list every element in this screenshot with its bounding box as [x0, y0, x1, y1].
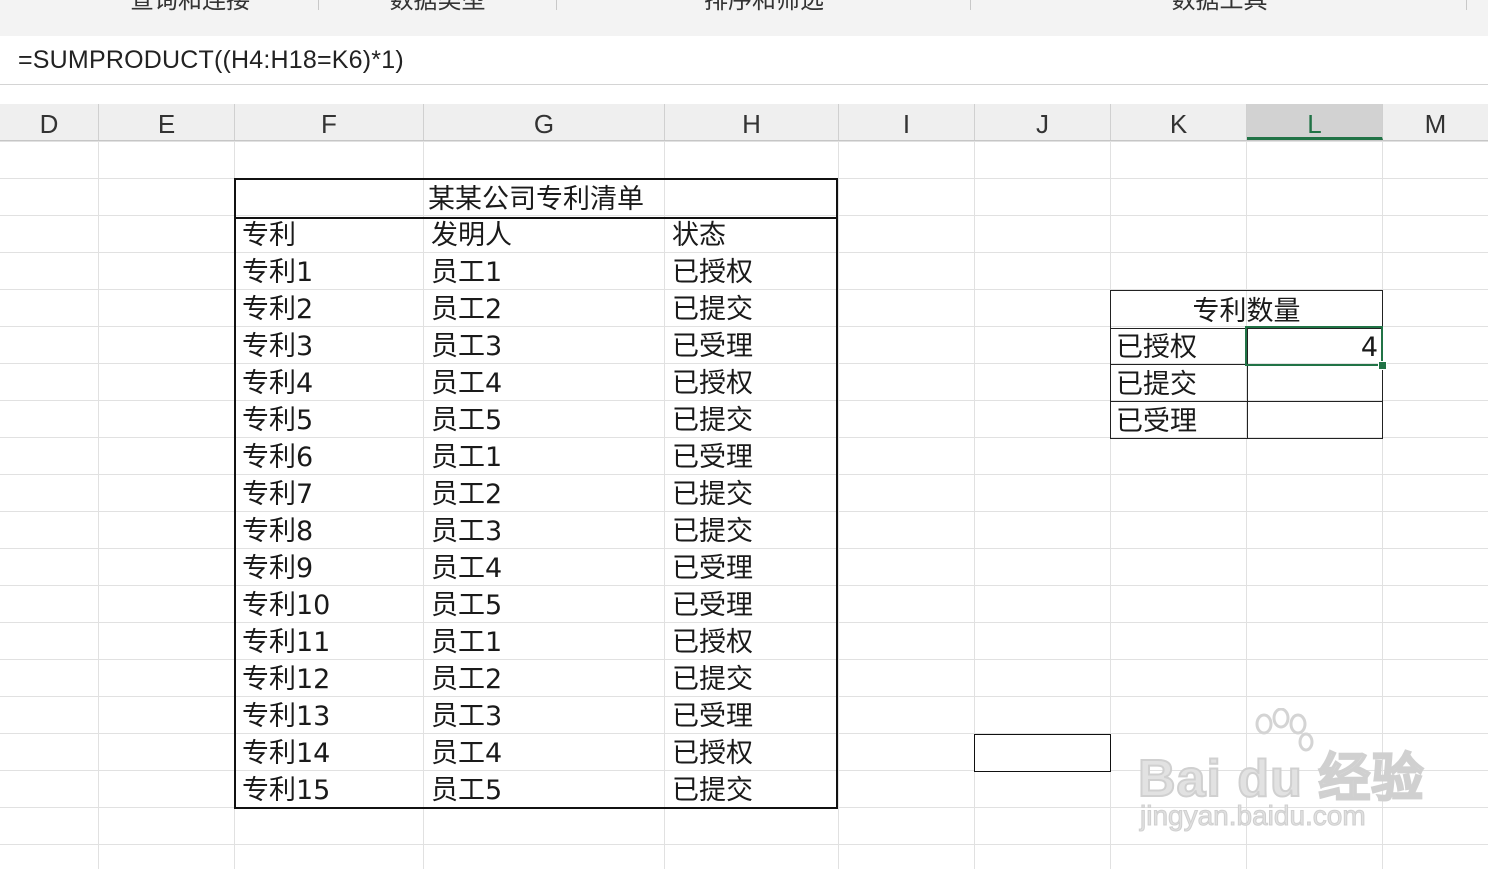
- summary-label[interactable]: 已受理: [1116, 402, 1197, 442]
- summary-table-title[interactable]: 专利数量: [1111, 291, 1382, 329]
- ribbon-separator: [318, 0, 319, 10]
- table-cell[interactable]: 员工3: [431, 698, 502, 735]
- summary-label[interactable]: 已授权: [1116, 328, 1197, 368]
- table-cell[interactable]: 专利10: [242, 587, 330, 624]
- table-header-cell[interactable]: 专利: [242, 217, 296, 254]
- table-cell[interactable]: 员工5: [431, 402, 502, 439]
- column-header-k[interactable]: K: [1111, 104, 1247, 140]
- column-header-g[interactable]: G: [424, 104, 665, 140]
- column-header-m[interactable]: M: [1383, 104, 1488, 140]
- summary-row: 已受理: [1111, 402, 1382, 439]
- summary-value[interactable]: [1247, 402, 1382, 438]
- table-cell[interactable]: 已授权: [672, 735, 753, 772]
- table-cell[interactable]: 员工2: [431, 476, 502, 513]
- column-header-l[interactable]: L: [1247, 104, 1383, 140]
- table-cell[interactable]: 专利12: [242, 661, 330, 698]
- table-cell[interactable]: 已提交: [672, 402, 753, 439]
- table-cell[interactable]: 已受理: [672, 587, 753, 624]
- table-cell[interactable]: 专利3: [242, 328, 313, 365]
- grid-line: [0, 141, 1488, 142]
- table-cell[interactable]: 已提交: [672, 476, 753, 513]
- ribbon-group-data-types[interactable]: 数据类型: [320, 0, 555, 14]
- column-header-d[interactable]: D: [0, 104, 99, 140]
- patent-list-table: 某某公司专利清单 专利 发明人 状态 专利1 员工1 已授权 专利2 员工2 已提交 专利3 员工3…: [234, 178, 838, 809]
- bordered-empty-cell[interactable]: [974, 734, 1111, 772]
- table-cell[interactable]: 员工4: [431, 365, 502, 402]
- summary-label[interactable]: 已提交: [1116, 365, 1197, 405]
- summary-row: 已提交: [1111, 365, 1382, 402]
- watermark: Bai du 经验 jingyan.baidu.com: [1137, 708, 1428, 838]
- table-cell[interactable]: 专利5: [242, 402, 313, 439]
- watermark-url: jingyan.baidu.com: [1140, 800, 1367, 832]
- column-header-h[interactable]: H: [665, 104, 839, 140]
- table-cell[interactable]: 已提交: [672, 513, 753, 550]
- grid-line: [838, 141, 839, 869]
- table-cell[interactable]: 员工5: [431, 587, 502, 624]
- grid-line: [98, 141, 99, 869]
- table-cell[interactable]: 专利2: [242, 291, 313, 328]
- table-cell[interactable]: 专利13: [242, 698, 330, 735]
- ribbon-separator: [1466, 0, 1467, 10]
- table-cell[interactable]: 员工1: [431, 624, 502, 661]
- table-cell[interactable]: 已授权: [672, 254, 753, 291]
- table-cell[interactable]: 员工4: [431, 550, 502, 587]
- table-cell[interactable]: 已提交: [672, 291, 753, 328]
- table-cell[interactable]: 专利6: [242, 439, 313, 476]
- table-cell[interactable]: 已授权: [672, 624, 753, 661]
- ribbon-separator: [556, 0, 557, 10]
- table-header-cell[interactable]: 发明人: [431, 217, 512, 254]
- active-cell-selection[interactable]: [1245, 326, 1383, 366]
- table-cell[interactable]: 员工3: [431, 513, 502, 550]
- column-header-row: D E F G H I J K L M: [0, 104, 1488, 141]
- table-cell[interactable]: 已受理: [672, 328, 753, 365]
- table-cell[interactable]: 员工4: [431, 735, 502, 772]
- table-cell[interactable]: 专利11: [242, 624, 330, 661]
- table-cell[interactable]: 已提交: [672, 772, 753, 809]
- ribbon-separator: [970, 0, 971, 10]
- table-cell[interactable]: 专利9: [242, 550, 313, 587]
- table-cell[interactable]: 已受理: [672, 550, 753, 587]
- table-cell[interactable]: 专利8: [242, 513, 313, 550]
- table-header-cell[interactable]: 状态: [672, 217, 726, 254]
- column-header-f[interactable]: F: [235, 104, 424, 140]
- column-header-e[interactable]: E: [99, 104, 235, 140]
- ribbon-group-data-tools[interactable]: 数据工具: [972, 0, 1467, 14]
- summary-value[interactable]: [1247, 365, 1382, 401]
- table-cell[interactable]: 员工2: [431, 291, 502, 328]
- table-cell[interactable]: 员工2: [431, 661, 502, 698]
- table-cell[interactable]: 专利7: [242, 476, 313, 513]
- table-cell[interactable]: 员工1: [431, 439, 502, 476]
- table-cell[interactable]: 专利15: [242, 772, 330, 809]
- table-cell[interactable]: 专利4: [242, 365, 313, 402]
- ribbon-group-query-connections[interactable]: 查询和连接: [60, 0, 320, 14]
- table-cell[interactable]: 员工1: [431, 254, 502, 291]
- formula-text[interactable]: =SUMPRODUCT((H4:H18=K6)*1): [18, 44, 404, 76]
- table-cell[interactable]: 已提交: [672, 661, 753, 698]
- grid-line: [0, 844, 1488, 845]
- table-cell[interactable]: 已受理: [672, 439, 753, 476]
- ribbon-group-labels: 查询和连接 数据类型 排序和筛选 数据工具: [0, 0, 1488, 37]
- formula-bar[interactable]: =SUMPRODUCT((H4:H18=K6)*1): [0, 36, 1488, 85]
- table-cell[interactable]: 已授权: [672, 365, 753, 402]
- column-header-i[interactable]: I: [839, 104, 975, 140]
- table-cell[interactable]: 员工5: [431, 772, 502, 809]
- patent-table-title[interactable]: 某某公司专利清单: [236, 180, 836, 219]
- column-header-j[interactable]: J: [975, 104, 1111, 140]
- ribbon-group-sort-filter[interactable]: 排序和筛选: [558, 0, 970, 14]
- fill-handle[interactable]: [1378, 361, 1387, 370]
- table-cell[interactable]: 员工3: [431, 328, 502, 365]
- table-cell[interactable]: 专利1: [242, 254, 313, 291]
- table-cell[interactable]: 已受理: [672, 698, 753, 735]
- table-cell[interactable]: 专利14: [242, 735, 330, 772]
